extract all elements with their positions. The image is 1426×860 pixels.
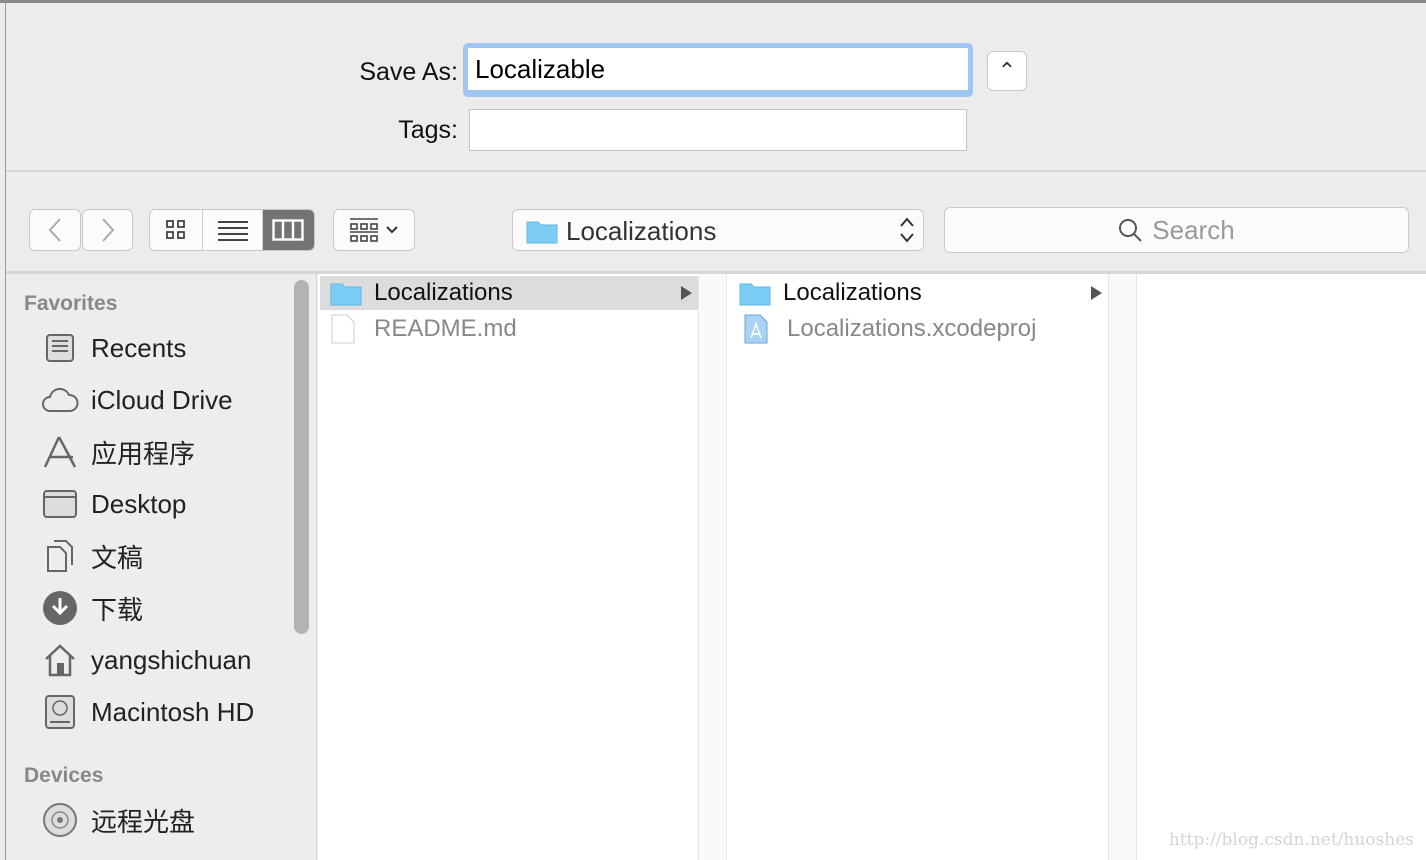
file-name: README.md — [374, 315, 517, 342]
documents-icon — [41, 538, 79, 574]
search-field[interactable]: Search — [944, 207, 1409, 253]
file-row[interactable]: README.md — [330, 312, 517, 346]
file-name: Localizations — [374, 279, 513, 306]
sidebar-item-remote-disc[interactable]: 远程光盘 — [6, 798, 296, 842]
applications-icon — [41, 434, 79, 470]
back-button[interactable] — [29, 209, 81, 251]
sidebar-item-icloud[interactable]: iCloud Drive — [6, 378, 296, 422]
list-icon — [217, 221, 248, 241]
document-icon — [330, 314, 362, 344]
expand-dialog-button[interactable]: ⌃ — [987, 51, 1027, 91]
view-mode-control[interactable] — [149, 209, 315, 251]
divider — [6, 170, 1426, 172]
file-row[interactable]: Localizations.xcodeproj — [743, 312, 1036, 346]
file-name: Localizations — [783, 279, 922, 306]
disc-icon — [41, 802, 79, 838]
download-icon — [41, 590, 79, 626]
tags-label: Tags: — [398, 116, 458, 144]
file-row-folder[interactable]: Localizations — [739, 276, 1108, 310]
save-as-label: Save As: — [359, 58, 458, 86]
folder-icon — [330, 280, 362, 306]
disclosure-arrow-icon — [1091, 286, 1102, 300]
column-separator[interactable] — [1108, 274, 1137, 860]
arrange-grid-icon — [350, 218, 378, 242]
updown-chevron-icon — [900, 217, 914, 243]
sidebar-item-label: Desktop — [91, 488, 187, 519]
sidebar-item-downloads[interactable]: 下载 — [6, 586, 296, 630]
column-separator[interactable] — [698, 274, 727, 860]
home-icon — [41, 642, 79, 678]
browser-column-2: Localizations Localizations.xcodeproj — [727, 274, 1108, 860]
window-top-border — [0, 0, 1426, 3]
sidebar-item-label: yangshichuan — [91, 644, 252, 675]
tags-input[interactable] — [469, 109, 967, 151]
desktop-icon — [41, 486, 79, 522]
path-popup[interactable]: Localizations — [512, 209, 924, 251]
sidebar-item-label: Recents — [91, 332, 187, 363]
sidebar-item-documents[interactable]: 文稿 — [6, 534, 296, 578]
column-view-button[interactable] — [262, 210, 314, 250]
watermark: http://blog.csdn.net/huoshes — [1168, 830, 1414, 850]
grid-icon — [166, 220, 186, 239]
icon-view-button[interactable] — [150, 210, 204, 250]
sidebar-scrollbar[interactable] — [294, 280, 309, 634]
sidebar-item-label: 文稿 — [91, 542, 144, 573]
sidebar: Favorites Recents iCloud Drive 应用程序 Desk… — [6, 274, 317, 860]
sidebar-item-label: 远程光盘 — [91, 806, 196, 837]
disclosure-arrow-icon — [681, 286, 692, 300]
save-as-focus-ring — [463, 43, 973, 97]
chevron-right-icon — [101, 218, 114, 242]
columns-icon — [272, 219, 305, 241]
path-label: Localizations — [566, 216, 717, 246]
harddisk-icon — [41, 694, 79, 730]
xcodeproj-icon — [743, 314, 775, 344]
folder-icon — [526, 221, 558, 244]
browser-column-1: Localizations README.md — [318, 274, 698, 860]
sidebar-item-recents[interactable]: Recents — [6, 326, 296, 370]
arrange-button[interactable] — [333, 209, 415, 251]
sidebar-item-desktop[interactable]: Desktop — [6, 482, 296, 526]
sidebar-item-label: Macintosh HD — [91, 696, 255, 727]
recents-icon — [41, 330, 79, 366]
chevron-up-icon: ⌃ — [997, 58, 1017, 83]
sidebar-item-macintosh-hd[interactable]: Macintosh HD — [6, 690, 296, 734]
cloud-icon — [41, 382, 79, 418]
sidebar-item-applications[interactable]: 应用程序 — [6, 430, 296, 474]
search-icon — [1119, 219, 1143, 242]
sidebar-item-label: 下载 — [91, 594, 144, 625]
chevron-left-icon — [48, 218, 61, 242]
sidebar-item-home[interactable]: yangshichuan — [6, 638, 296, 682]
devices-header: Devices — [24, 764, 104, 787]
search-placeholder: Search — [1152, 214, 1235, 245]
browser-column-3 — [1137, 274, 1426, 860]
file-name: Localizations.xcodeproj — [787, 315, 1037, 342]
list-view-button[interactable] — [203, 210, 263, 250]
folder-icon — [739, 280, 771, 306]
file-row-folder-selected[interactable]: Localizations — [320, 276, 698, 310]
sidebar-item-label: iCloud Drive — [91, 384, 233, 415]
sidebar-item-label: 应用程序 — [91, 438, 196, 469]
forward-button[interactable] — [82, 209, 133, 251]
chevron-down-icon — [386, 226, 398, 234]
favorites-header: Favorites — [24, 292, 118, 315]
save-as-input[interactable] — [468, 48, 968, 90]
